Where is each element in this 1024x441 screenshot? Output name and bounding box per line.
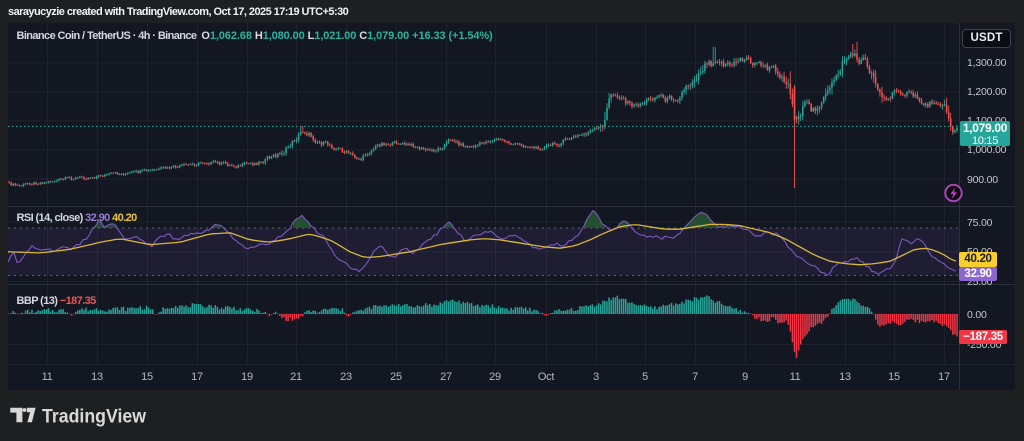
svg-text:TradingView: TradingView: [42, 405, 147, 427]
